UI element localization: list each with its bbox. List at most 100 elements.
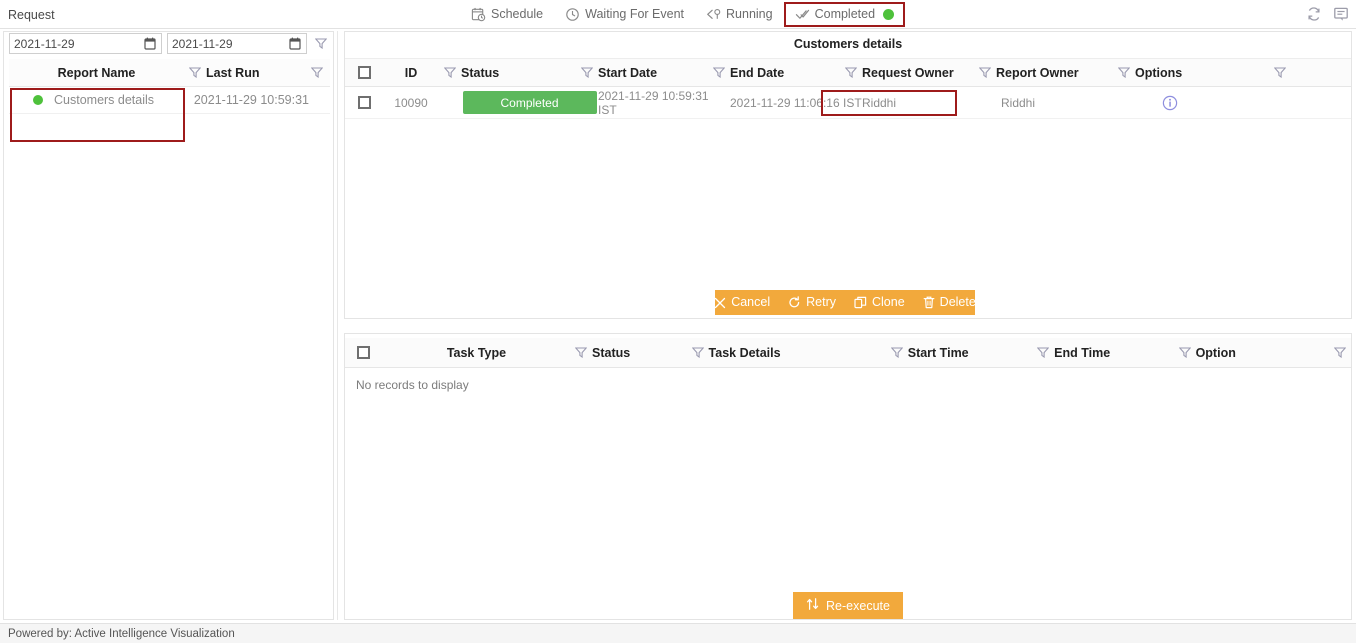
tab-waiting-for-event[interactable]: Waiting For Event: [554, 2, 695, 27]
tasks-grid-header: Task Type Status Task Details Start Time…: [345, 338, 1351, 368]
panel-divider: [337, 31, 338, 620]
column-header-end-time[interactable]: End Time: [1054, 338, 1174, 367]
table-row[interactable]: 10090 Completed 2021-11-29 10:59:31 IST …: [345, 87, 1351, 119]
id-filter-button[interactable]: [439, 67, 461, 79]
report-owner-filter-button[interactable]: [1113, 67, 1135, 79]
clone-button[interactable]: Clone: [845, 296, 914, 309]
task-details-filter-button[interactable]: [886, 347, 908, 359]
cell-end-date: 2021-11-29 11:06:16 IST: [730, 95, 862, 110]
report-name-value: Customers details: [54, 93, 155, 107]
row-actions-toolbar: Cancel Retry Clone Delete: [715, 290, 976, 315]
column-header-task-status[interactable]: Status: [592, 338, 687, 367]
end-date-filter-button[interactable]: [840, 67, 862, 79]
tab-running-label: Running: [726, 7, 773, 22]
report-list-item[interactable]: Customers details 2021-11-29 10:59:31: [9, 87, 330, 114]
filter-icon: [691, 347, 705, 359]
cell-id: 10090: [394, 95, 428, 110]
column-header-task-type[interactable]: Task Type: [383, 338, 570, 367]
tab-completed[interactable]: Completed: [783, 2, 906, 27]
column-header-end-date[interactable]: End Date: [730, 59, 840, 86]
requests-panel: Customers details ID Status Start Date E…: [344, 31, 1352, 319]
clock-icon: [565, 7, 580, 22]
tasks-panel: Task Type Status Task Details Start Time…: [344, 333, 1352, 620]
report-last-run-value: 2021-11-29 10:59:31: [193, 93, 309, 107]
start-date-filter-button[interactable]: [708, 67, 730, 79]
filter-icon: [844, 67, 858, 79]
tasks-empty-message: No records to display: [356, 378, 469, 392]
column-header-report-name[interactable]: Report Name: [9, 66, 184, 80]
powered-by-label: Powered by: Active Intelligence Visualiz…: [8, 627, 235, 640]
calendar-icon[interactable]: [144, 37, 156, 50]
cell-start-date: 2021-11-29 10:59:31 IST: [598, 88, 709, 117]
date-filter-row: 2021-11-29 2021-11-29: [4, 32, 335, 55]
status-filter-button[interactable]: [576, 67, 598, 79]
filter-icon: [1273, 67, 1287, 79]
cell-request-owner: Riddhi: [862, 95, 897, 110]
cell-status: Completed: [461, 87, 598, 118]
top-right-icons: [1306, 6, 1349, 22]
retry-button[interactable]: Retry: [779, 296, 845, 309]
last-run-filter-button[interactable]: [306, 67, 328, 79]
comment-icon[interactable]: [1333, 6, 1349, 22]
date-from-value: 2021-11-29: [14, 36, 75, 51]
re-execute-button[interactable]: Re-execute: [793, 592, 903, 619]
clone-button-label: Clone: [872, 295, 905, 310]
tab-waiting-for-event-label: Waiting For Event: [585, 7, 685, 22]
filter-icon: [580, 67, 594, 79]
delete-button[interactable]: Delete: [914, 296, 985, 309]
filter-icon: [712, 67, 726, 79]
column-header-start-date[interactable]: Start Date: [598, 59, 708, 86]
column-header-option[interactable]: Option: [1196, 338, 1329, 367]
task-status-filter-button[interactable]: [687, 347, 709, 359]
column-header-last-run[interactable]: Last Run: [206, 66, 306, 80]
column-header-report-owner[interactable]: Report Owner: [996, 59, 1113, 86]
date-to-field[interactable]: 2021-11-29: [167, 33, 307, 54]
filter-icon: [443, 67, 457, 79]
report-status-dot: [33, 95, 43, 105]
tab-schedule[interactable]: Schedule: [460, 2, 554, 27]
select-all-checkbox[interactable]: [357, 66, 371, 79]
top-bar: Request Schedule Waiting For Event Runni…: [0, 0, 1356, 29]
cancel-button[interactable]: Cancel: [705, 296, 779, 309]
column-header-start-time[interactable]: Start Time: [908, 338, 1033, 367]
end-time-filter-button[interactable]: [1174, 347, 1196, 359]
row-checkbox[interactable]: [357, 96, 371, 109]
cell-report-owner: Riddhi: [1001, 95, 1036, 110]
info-icon[interactable]: [1162, 95, 1178, 111]
requests-grid-header: ID Status Start Date End Date Request Ow…: [345, 58, 1351, 87]
option-filter-button[interactable]: [1329, 347, 1351, 359]
window-title: Request: [8, 8, 55, 22]
column-header-task-details[interactable]: Task Details: [709, 338, 886, 367]
tab-running[interactable]: Running: [695, 2, 784, 27]
cancel-button-label: Cancel: [731, 295, 771, 310]
request-owner-filter-button[interactable]: [974, 67, 996, 79]
tab-schedule-label: Schedule: [491, 7, 544, 22]
date-from-field[interactable]: 2021-11-29: [9, 33, 162, 54]
reports-left-panel: 2021-11-29 2021-11-29 Report Name Last R…: [3, 31, 334, 620]
tasks-select-all-checkbox[interactable]: [357, 346, 371, 359]
status-badge: Completed: [462, 91, 597, 114]
column-header-request-owner[interactable]: Request Owner: [862, 59, 974, 86]
tasks-select-all-checkbox-cell: [345, 346, 383, 359]
start-time-filter-button[interactable]: [1032, 347, 1054, 359]
filter-icon: [1333, 347, 1347, 359]
column-header-id[interactable]: ID: [383, 59, 439, 86]
requests-panel-title: Customers details: [793, 37, 903, 51]
column-header-options[interactable]: Options: [1135, 59, 1269, 86]
swap-vertical-icon: [806, 597, 820, 614]
completed-status-dot: [883, 9, 895, 20]
calendar-icon[interactable]: [289, 37, 301, 50]
refresh-icon[interactable]: [1306, 6, 1322, 22]
re-execute-button-label: Re-execute: [826, 598, 890, 613]
filter-icon: [978, 67, 992, 79]
task-type-filter-button[interactable]: [570, 347, 592, 359]
cell-options: [1140, 87, 1200, 118]
report-name-filter-button[interactable]: [184, 67, 206, 79]
filter-icon: [188, 67, 202, 79]
filter-icon: [310, 67, 324, 79]
date-filter-button[interactable]: [307, 33, 335, 54]
column-header-status[interactable]: Status: [461, 59, 576, 86]
delete-button-label: Delete: [939, 295, 976, 310]
options-filter-button[interactable]: [1269, 67, 1291, 79]
running-arrow-icon: [706, 7, 721, 22]
